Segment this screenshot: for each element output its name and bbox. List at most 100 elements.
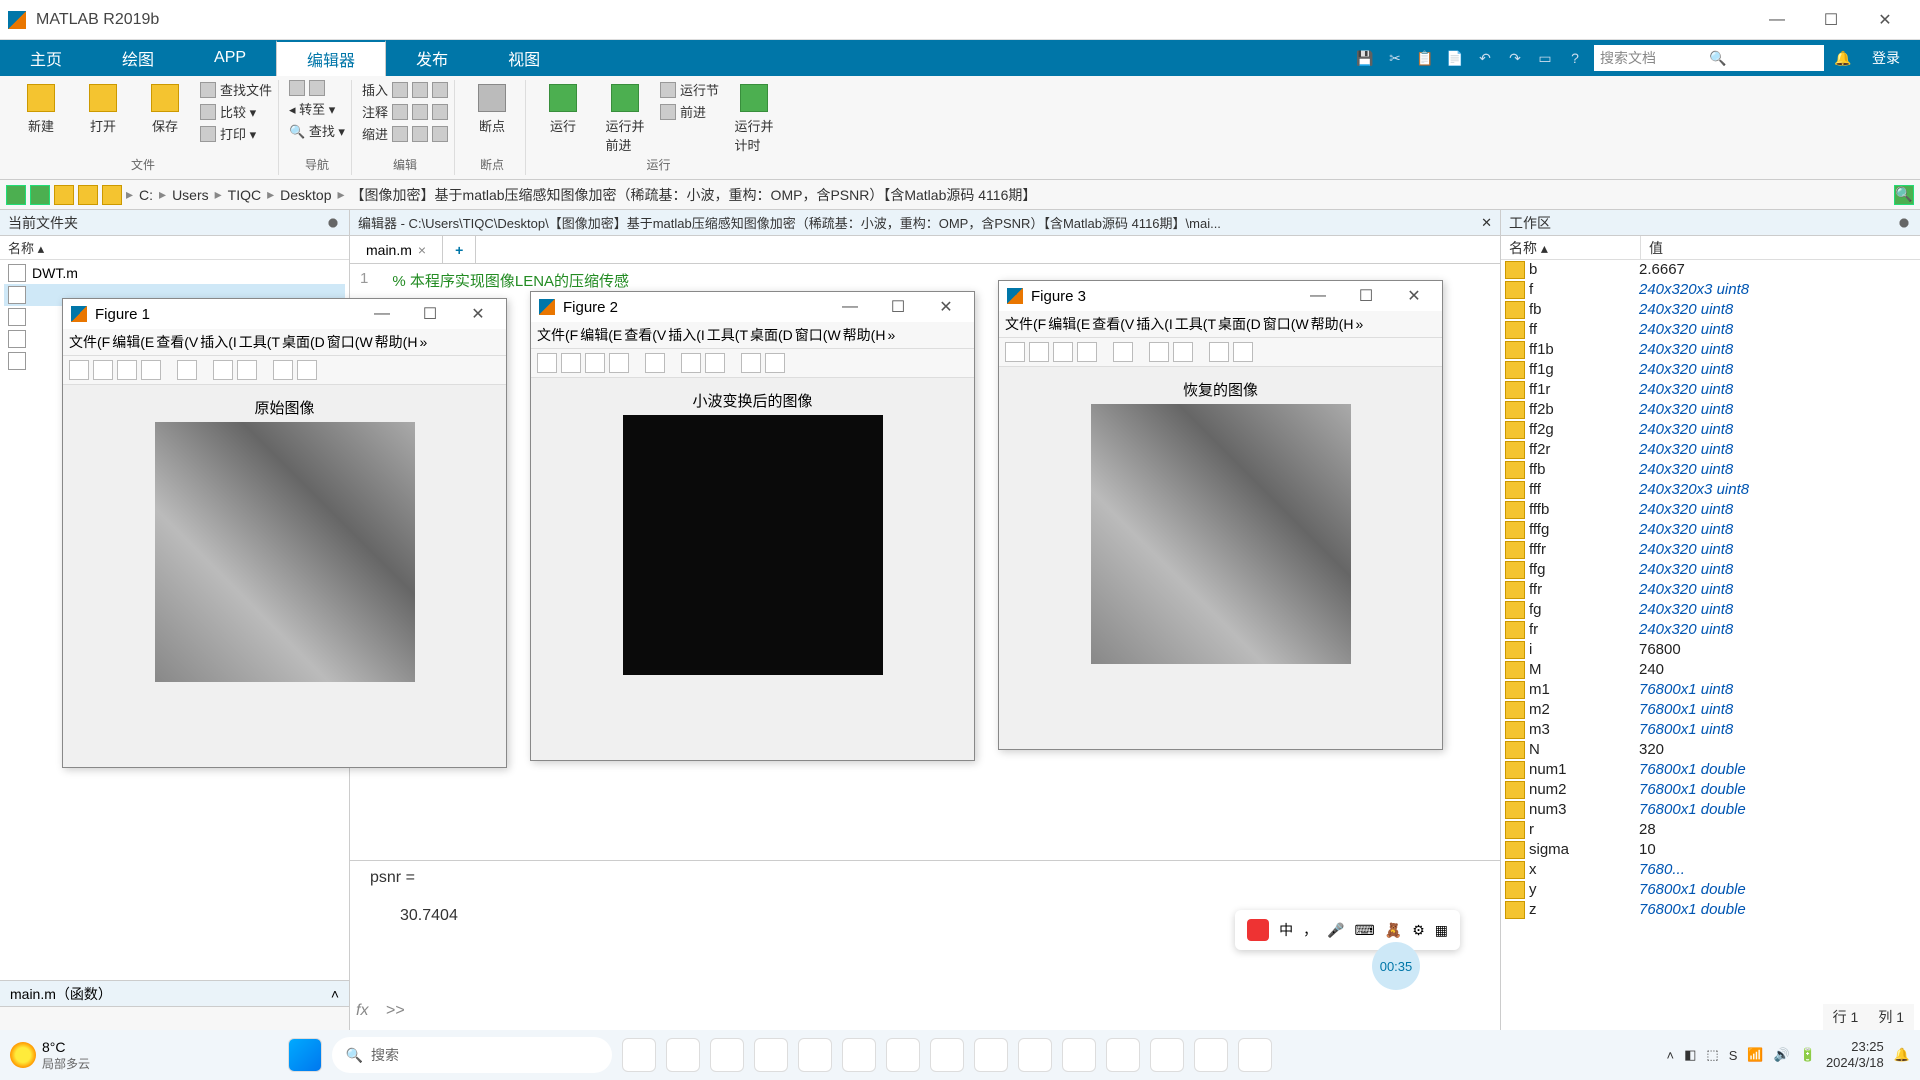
menu-insert[interactable]: 插入(I (1136, 314, 1173, 334)
figure-3[interactable]: Figure 3 —☐✕ 文件(F 编辑(E 查看(V 插入(I 工具(T 桌面… (998, 280, 1443, 750)
workspace-var[interactable]: ff1r240x320 uint8 (1501, 380, 1920, 400)
editor-tab-main[interactable]: main.m× (350, 236, 443, 263)
addr-fwd-icon[interactable] (30, 185, 50, 205)
tb-link-icon[interactable] (645, 353, 665, 373)
menu-insert[interactable]: 插入(I (200, 332, 237, 352)
workspace-var[interactable]: fff240x320x3 uint8 (1501, 480, 1920, 500)
tb-new-icon[interactable] (69, 360, 89, 380)
findfiles-button[interactable]: 查找文件 (200, 80, 272, 99)
undo-icon[interactable]: ↶ (1474, 47, 1496, 69)
fig-minimize-button[interactable]: — (362, 305, 402, 323)
indent-button[interactable]: 缩进 (362, 124, 448, 143)
paste-icon[interactable]: 📄 (1444, 47, 1466, 69)
taskbar-app-icon[interactable] (974, 1038, 1008, 1072)
fig-close-button[interactable]: ✕ (1394, 286, 1434, 306)
menu-more[interactable]: » (419, 334, 427, 350)
record-timer[interactable]: 00:35 (1372, 942, 1420, 990)
menu-help[interactable]: 帮助(H (843, 325, 886, 345)
breakpoints-button[interactable]: 断点 (465, 80, 519, 135)
comment-button[interactable]: 注释 (362, 102, 448, 121)
figure-1[interactable]: Figure 1 —☐✕ 文件(F 编辑(E 查看(V 插入(I 工具(T 桌面… (62, 298, 507, 768)
tb-open-icon[interactable] (93, 360, 113, 380)
tray-icon[interactable]: ⬚ (1706, 1047, 1718, 1063)
cut-icon[interactable]: ✂ (1384, 47, 1406, 69)
tb-tile2-icon[interactable] (705, 353, 725, 373)
workspace-var[interactable]: x7680... (1501, 860, 1920, 880)
workspace-var[interactable]: ff1b240x320 uint8 (1501, 340, 1920, 360)
workspace-var[interactable]: fffg240x320 uint8 (1501, 520, 1920, 540)
workspace-var[interactable]: ff2r240x320 uint8 (1501, 440, 1920, 460)
menu-edit[interactable]: 编辑(E (112, 332, 154, 352)
new-button[interactable]: 新建 (14, 80, 68, 135)
workspace-var[interactable]: z76800x1 double (1501, 900, 1920, 920)
tab-publish[interactable]: 发布 (386, 40, 478, 76)
workspace-var[interactable]: num376800x1 double (1501, 800, 1920, 820)
tb-cursor-icon[interactable] (741, 353, 761, 373)
tb-tile-icon[interactable] (213, 360, 233, 380)
menu-view[interactable]: 查看(V (156, 332, 198, 352)
fig-maximize-button[interactable]: ☐ (878, 297, 918, 317)
tab-apps[interactable]: APP (184, 40, 276, 76)
bell-icon[interactable]: 🔔 (1832, 47, 1854, 69)
ime-lang[interactable]: 中 (1279, 920, 1293, 940)
workspace-var[interactable]: fffr240x320 uint8 (1501, 540, 1920, 560)
taskbar-app-icon[interactable] (1106, 1038, 1140, 1072)
back-button[interactable] (289, 80, 345, 96)
menu-tools[interactable]: 工具(T (707, 325, 748, 345)
layout-icon[interactable]: ▭ (1534, 47, 1556, 69)
workspace-var[interactable]: m276800x1 uint8 (1501, 700, 1920, 720)
workspace-var[interactable]: ffg240x320 uint8 (1501, 560, 1920, 580)
editor-tab-add[interactable]: + (443, 236, 476, 263)
tb-new-icon[interactable] (537, 353, 557, 373)
workspace-var[interactable]: fffb240x320 uint8 (1501, 500, 1920, 520)
workspace-var[interactable]: fb240x320 uint8 (1501, 300, 1920, 320)
save-button[interactable]: 保存 (138, 80, 192, 135)
tb-print-icon[interactable] (609, 353, 629, 373)
menu-view[interactable]: 查看(V (624, 325, 666, 345)
taskbar-app-icon[interactable] (1150, 1038, 1184, 1072)
workspace-var[interactable]: fr240x320 uint8 (1501, 620, 1920, 640)
workspace-var[interactable]: ff2g240x320 uint8 (1501, 420, 1920, 440)
editor-close-icon[interactable]: ✕ (1481, 215, 1492, 231)
addr-search-icon[interactable]: 🔍 (1894, 185, 1914, 205)
tab-editor[interactable]: 编辑器 (276, 40, 386, 76)
crumb-4[interactable]: 【图像加密】基于matlab压缩感知图像加密（稀疏基：小波，重构：OMP，含PS… (349, 185, 1039, 205)
ime-comma-icon[interactable]: ， (1303, 920, 1317, 940)
tb-open-icon[interactable] (561, 353, 581, 373)
open-button[interactable]: 打开 (76, 80, 130, 135)
copy-icon[interactable]: 📋 (1414, 47, 1436, 69)
tray-icon[interactable]: ◧ (1684, 1047, 1696, 1063)
workspace-var[interactable]: b2.6667 (1501, 260, 1920, 280)
workspace-var[interactable]: M240 (1501, 660, 1920, 680)
figure-2[interactable]: Figure 2 —☐✕ 文件(F 编辑(E 查看(V 插入(I 工具(T 桌面… (530, 291, 975, 761)
tb-open-icon[interactable] (1029, 342, 1049, 362)
workspace-var[interactable]: ffr240x320 uint8 (1501, 580, 1920, 600)
tb-print-icon[interactable] (1077, 342, 1097, 362)
maximize-button[interactable]: ☐ (1804, 0, 1858, 40)
fig-maximize-button[interactable]: ☐ (1346, 286, 1386, 306)
minimize-button[interactable]: — (1750, 0, 1804, 40)
fig-maximize-button[interactable]: ☐ (410, 304, 450, 324)
taskbar-app-icon[interactable] (754, 1038, 788, 1072)
menu-tools[interactable]: 工具(T (1175, 314, 1216, 334)
taskbar-app-icon[interactable] (886, 1038, 920, 1072)
run-button[interactable]: 运行 (536, 80, 590, 135)
tray-notification-icon[interactable]: 🔔 (1894, 1047, 1910, 1063)
taskbar-matlab-icon[interactable] (1238, 1038, 1272, 1072)
ime-settings-icon[interactable]: ⚙ (1412, 922, 1425, 939)
workspace-var[interactable]: ff2b240x320 uint8 (1501, 400, 1920, 420)
tab-home[interactable]: 主页 (0, 40, 92, 76)
doc-search[interactable]: 搜索文档 🔍 (1594, 45, 1824, 71)
menu-window[interactable]: 窗口(W (327, 332, 373, 352)
ime-keyboard-icon[interactable]: ⌨ (1355, 922, 1375, 939)
workspace-columns[interactable]: 名称 ▴ 值 (1501, 236, 1920, 260)
tb-edit-icon[interactable] (297, 360, 317, 380)
tb-tile-icon[interactable] (1149, 342, 1169, 362)
tb-cursor-icon[interactable] (1209, 342, 1229, 362)
taskbar-app-icon[interactable] (1194, 1038, 1228, 1072)
fig-close-button[interactable]: ✕ (458, 304, 498, 324)
menu-window[interactable]: 窗口(W (795, 325, 841, 345)
workspace-var[interactable]: m176800x1 uint8 (1501, 680, 1920, 700)
compare-button[interactable]: 比较 ▾ (200, 102, 272, 121)
workspace-var[interactable]: ffb240x320 uint8 (1501, 460, 1920, 480)
